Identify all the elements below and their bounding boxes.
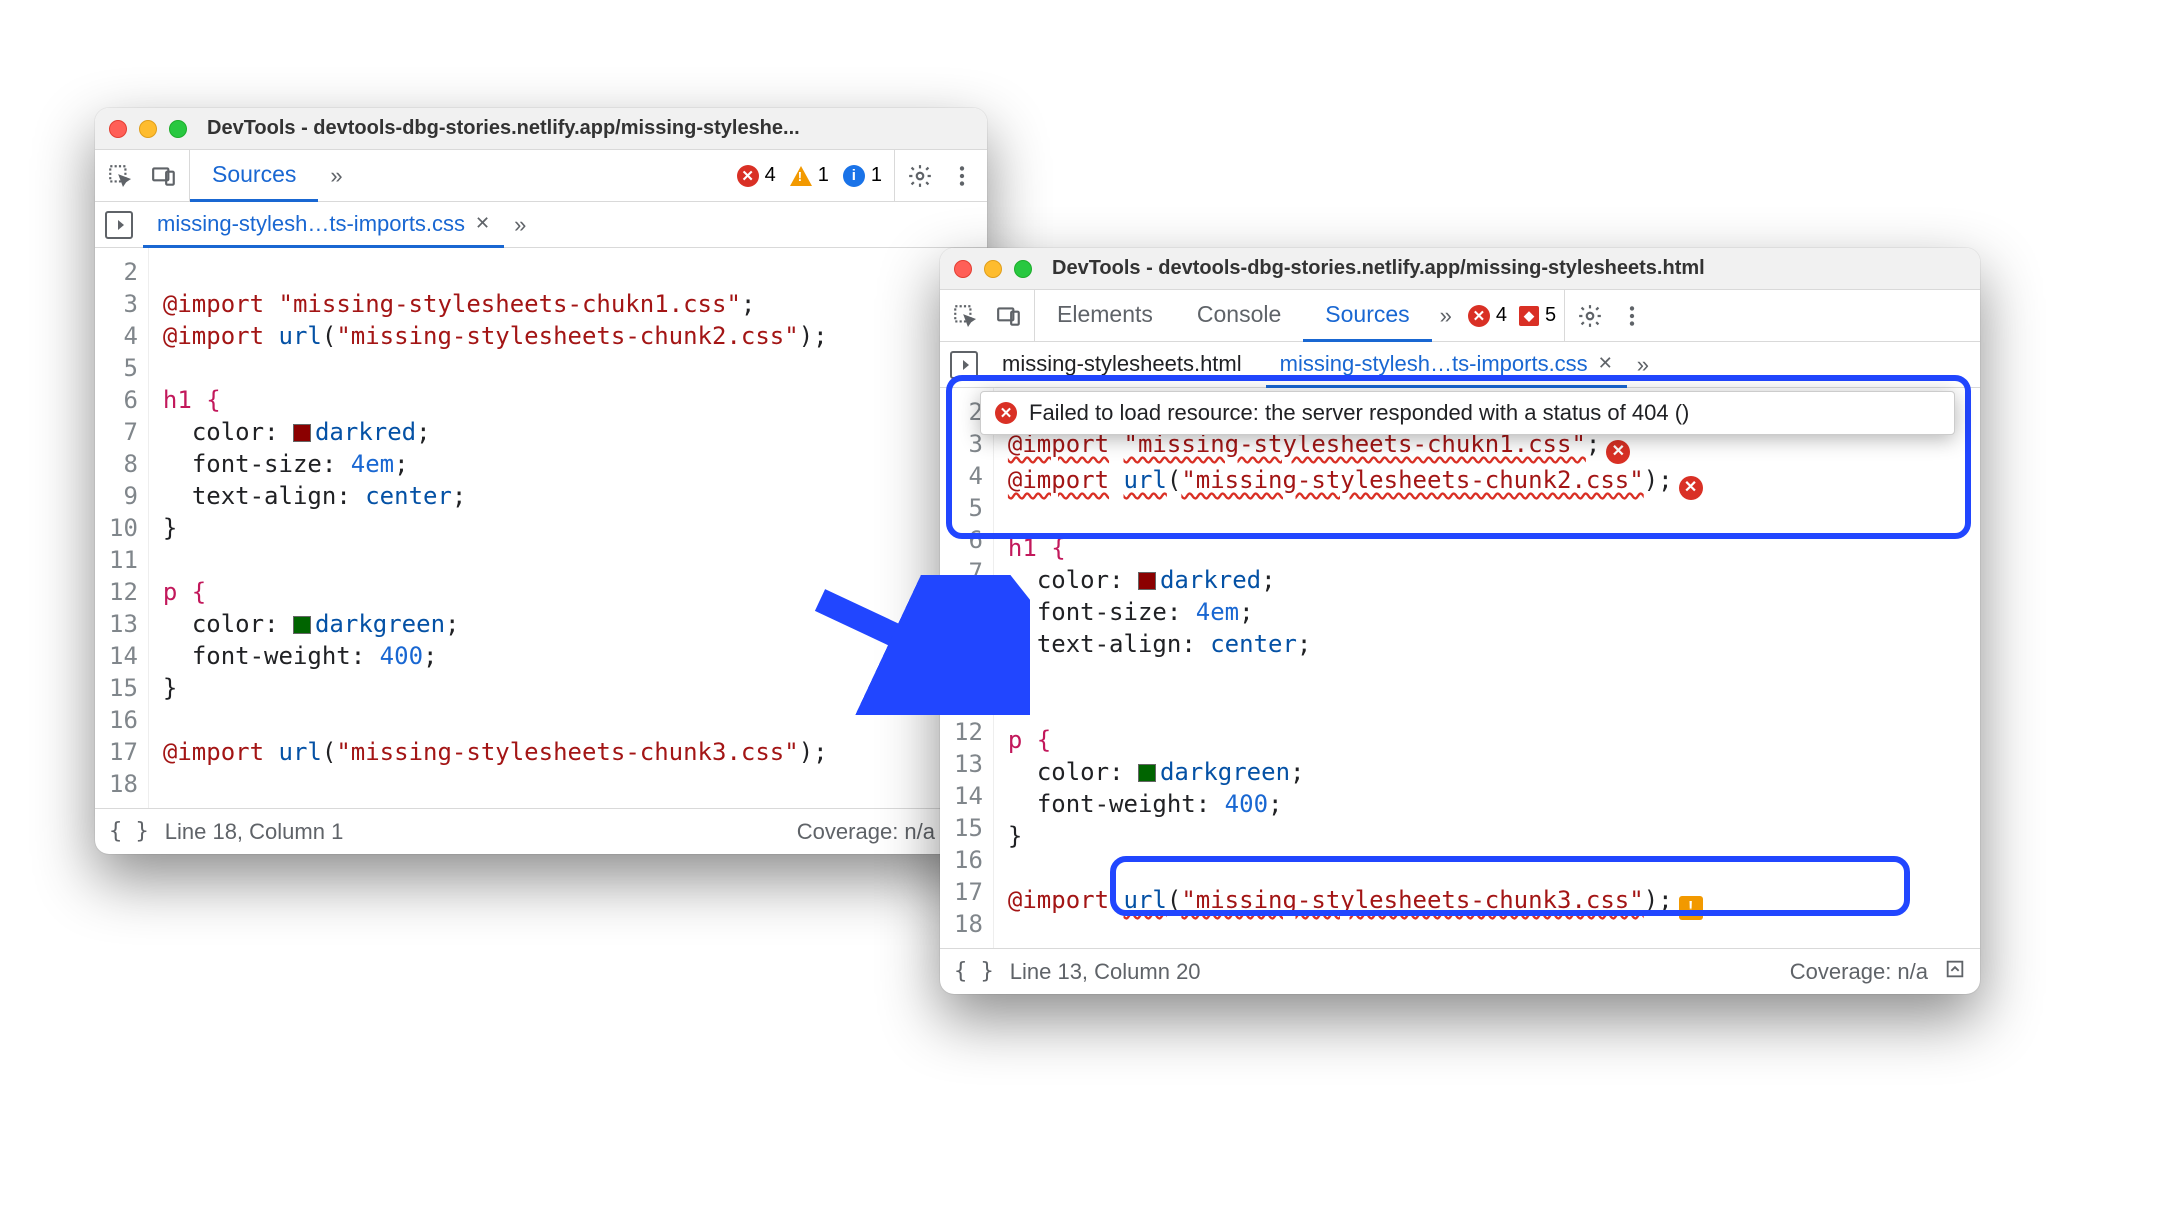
- more-tabs-icon[interactable]: »: [1440, 303, 1452, 329]
- code-content[interactable]: @import "missing-stylesheets-chukn1.css"…: [149, 248, 987, 808]
- line-gutter: 23456789101112131415161718: [95, 248, 149, 808]
- issues-count-badge[interactable]: ◆5: [1519, 304, 1556, 327]
- file-tab-label: missing-stylesh…ts-imports.css: [157, 211, 465, 237]
- warning-count-badge[interactable]: 1: [790, 164, 829, 187]
- kebab-icon[interactable]: [1619, 303, 1645, 329]
- code-editor[interactable]: 23456789101112131415161718 @import "miss…: [940, 388, 1980, 948]
- minimize-icon[interactable]: [984, 260, 1002, 278]
- file-tab-label: missing-stylesh…ts-imports.css: [1280, 351, 1588, 377]
- error-tooltip: ✕ Failed to load resource: the server re…: [980, 391, 1955, 435]
- tab-sources[interactable]: Sources: [1303, 290, 1431, 342]
- annotation-arrow-icon: [800, 575, 1030, 715]
- close-tab-icon[interactable]: ✕: [475, 213, 490, 234]
- warning-icon[interactable]: !: [1679, 896, 1703, 920]
- error-count-badge[interactable]: ✕4: [1468, 304, 1507, 327]
- close-icon[interactable]: [954, 260, 972, 278]
- coverage-label: Coverage: n/a: [1790, 959, 1928, 985]
- expand-icon[interactable]: [1944, 958, 1966, 986]
- gear-icon[interactable]: [907, 163, 933, 189]
- statusbar: { } Line 18, Column 1 Coverage: n/a: [95, 808, 987, 854]
- more-tabs-icon[interactable]: »: [330, 163, 342, 189]
- device-icon[interactable]: [151, 163, 177, 189]
- kebab-icon[interactable]: [949, 163, 975, 189]
- more-files-icon[interactable]: »: [1637, 352, 1649, 378]
- tab-sources[interactable]: Sources: [190, 150, 318, 202]
- tab-elements[interactable]: Elements: [1035, 290, 1175, 342]
- error-count-badge[interactable]: ✕4: [737, 164, 776, 187]
- code-editor[interactable]: 23456789101112131415161718 @import "miss…: [95, 248, 987, 808]
- minimize-icon[interactable]: [139, 120, 157, 138]
- cursor-position: Line 13, Column 20: [1010, 959, 1201, 985]
- error-icon[interactable]: ✕: [1606, 440, 1630, 464]
- device-icon[interactable]: [996, 303, 1022, 329]
- tab-label: Sources: [212, 161, 296, 188]
- devtools-window-left: DevTools - devtools-dbg-stories.netlify.…: [95, 108, 987, 854]
- window-title: DevTools - devtools-dbg-stories.netlify.…: [207, 117, 800, 140]
- error-icon[interactable]: ✕: [1679, 476, 1703, 500]
- pretty-print-icon[interactable]: { }: [109, 819, 149, 844]
- main-toolbar: Elements Console Sources » ✕4 ◆5: [940, 290, 1980, 342]
- file-tabstrip: missing-stylesheets.html missing-stylesh…: [940, 342, 1980, 388]
- file-tabstrip: missing-stylesh…ts-imports.css ✕ »: [95, 202, 987, 248]
- navigator-toggle-icon[interactable]: [105, 211, 133, 239]
- main-toolbar: Sources » ✕4 1 i1: [95, 150, 987, 202]
- tab-console[interactable]: Console: [1175, 290, 1303, 342]
- devtools-window-right: DevTools - devtools-dbg-stories.netlify.…: [940, 248, 1980, 994]
- traffic-lights: [954, 260, 1032, 278]
- coverage-label: Coverage: n/a: [797, 819, 935, 845]
- statusbar: { } Line 13, Column 20 Coverage: n/a: [940, 948, 1980, 994]
- close-icon[interactable]: [109, 120, 127, 138]
- zoom-icon[interactable]: [1014, 260, 1032, 278]
- tooltip-text: Failed to load resource: the server resp…: [1029, 400, 1689, 426]
- navigator-toggle-icon[interactable]: [950, 351, 978, 379]
- inspect-icon[interactable]: [952, 303, 978, 329]
- close-tab-icon[interactable]: ✕: [1598, 353, 1613, 374]
- info-count-badge[interactable]: i1: [843, 164, 882, 187]
- cursor-position: Line 18, Column 1: [165, 819, 344, 845]
- error-icon: ✕: [995, 402, 1017, 424]
- traffic-lights: [109, 120, 187, 138]
- file-tab-active[interactable]: missing-stylesh…ts-imports.css ✕: [1266, 343, 1627, 388]
- more-files-icon[interactable]: »: [514, 212, 526, 238]
- window-title: DevTools - devtools-dbg-stories.netlify.…: [1052, 257, 1705, 280]
- pretty-print-icon[interactable]: { }: [954, 959, 994, 984]
- file-tab-label: missing-stylesheets.html: [1002, 351, 1242, 377]
- zoom-icon[interactable]: [169, 120, 187, 138]
- file-tab[interactable]: missing-stylesheets.html: [988, 343, 1256, 388]
- titlebar: DevTools - devtools-dbg-stories.netlify.…: [940, 248, 1980, 290]
- titlebar: DevTools - devtools-dbg-stories.netlify.…: [95, 108, 987, 150]
- gear-icon[interactable]: [1577, 303, 1603, 329]
- file-tab-active[interactable]: missing-stylesh…ts-imports.css ✕: [143, 203, 504, 248]
- inspect-icon[interactable]: [107, 163, 133, 189]
- code-content[interactable]: @import "missing-stylesheets-chukn1.css"…: [994, 388, 1980, 948]
